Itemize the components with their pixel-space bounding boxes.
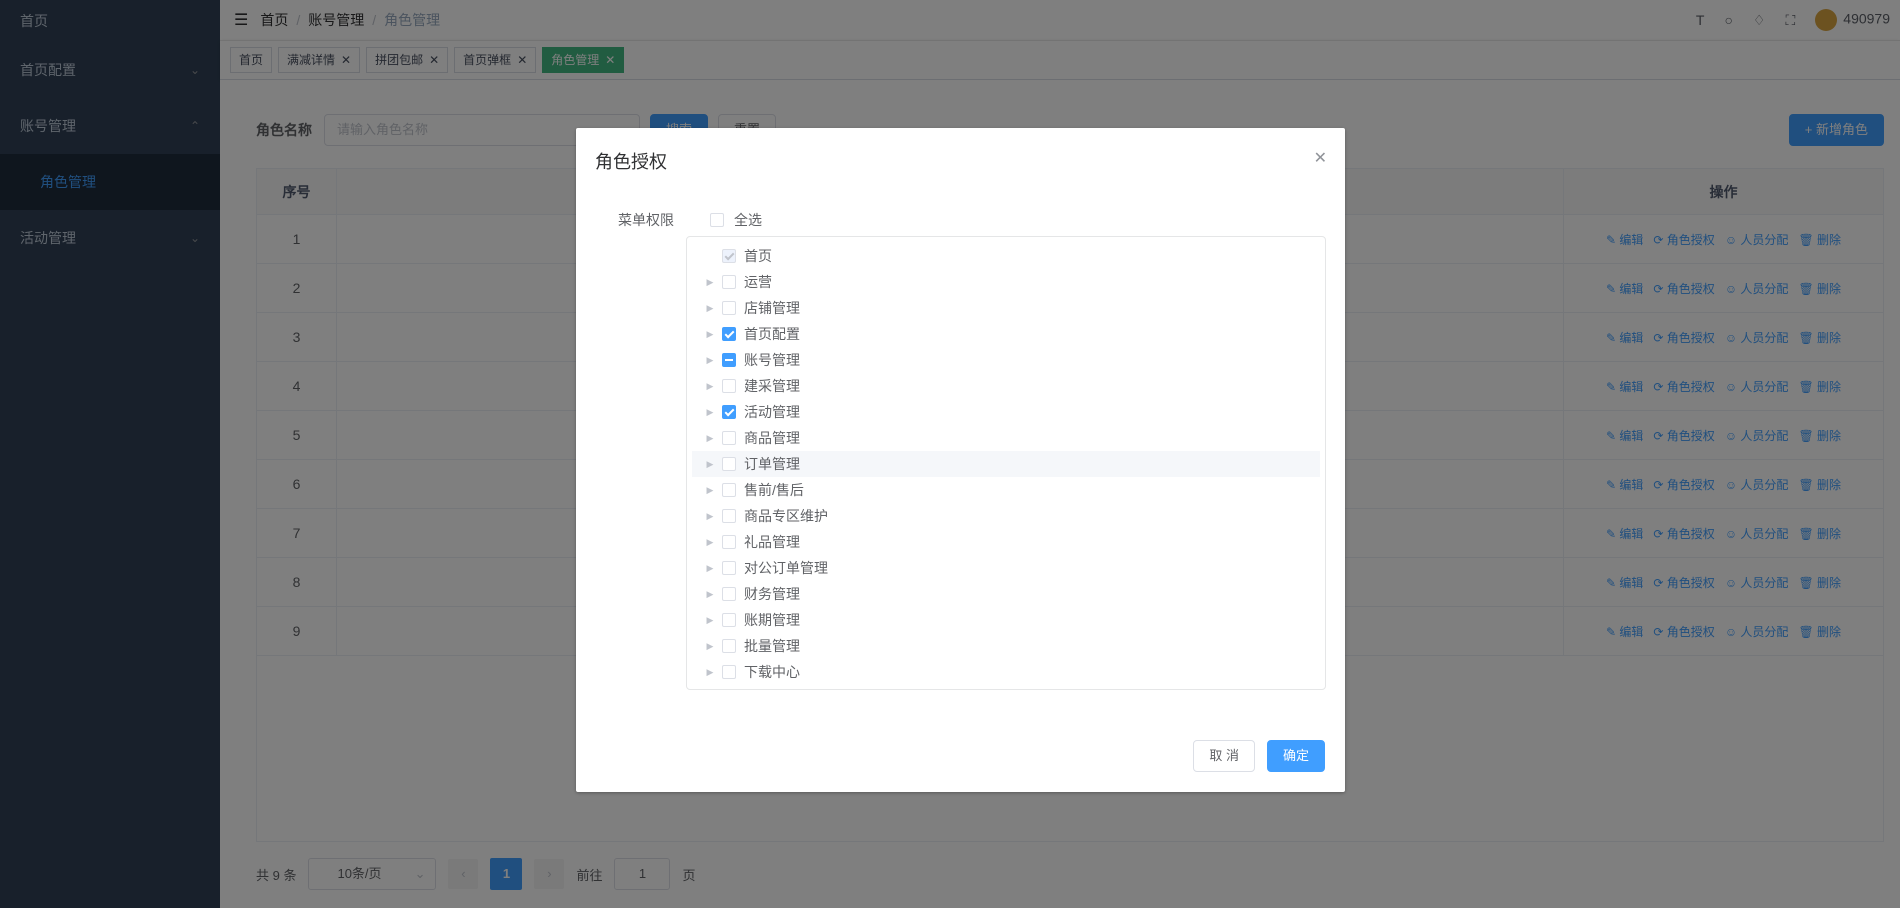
tree-node[interactable]: ▶ 礼品管理 <box>692 529 1320 555</box>
tree-node[interactable]: ▶ 建采管理 <box>692 373 1320 399</box>
select-all-label: 全选 <box>734 212 762 228</box>
tree-node-label: 财务管理 <box>744 586 800 602</box>
tree-node[interactable]: ▶ 商品专区维护 <box>692 503 1320 529</box>
select-all-checkbox[interactable]: 全选 <box>710 210 762 230</box>
tree-node[interactable]: 首页 <box>692 243 1320 269</box>
role-authorization-dialog: 角色授权 ✕ 菜单权限 全选 首页 ▶ 运营 ▶ 店铺管理 ▶ 首页配置 ▶ 账号管理 ▶ 建采管理… <box>576 128 1345 792</box>
checkbox[interactable] <box>722 509 736 523</box>
dialog-footer: 取 消 确定 <box>1193 740 1325 772</box>
menu-permission-label: 菜单权限 <box>618 212 674 228</box>
tree-node-label: 商品专区维护 <box>744 508 828 524</box>
tree-node-label: 礼品管理 <box>744 534 800 550</box>
tree-node[interactable]: ▶ 对公订单管理 <box>692 555 1320 581</box>
checkbox[interactable] <box>722 405 736 419</box>
caret-right-icon[interactable]: ▶ <box>702 667 718 678</box>
checkbox[interactable] <box>722 301 736 315</box>
tree-node[interactable]: ▶ 账号管理 <box>692 347 1320 373</box>
app-root: 首页 首页配置⌄ 账号管理⌃ 角色管理 活动管理⌄ ☰ 首页/账号管理/角色管理… <box>0 0 1900 908</box>
tree-node[interactable]: ▶ 批量管理 <box>692 633 1320 659</box>
checkbox[interactable] <box>722 639 736 653</box>
caret-right-icon[interactable]: ▶ <box>702 407 718 418</box>
checkbox[interactable] <box>722 327 736 341</box>
checkbox[interactable] <box>722 587 736 601</box>
confirm-button[interactable]: 确定 <box>1266 740 1325 772</box>
tree-node[interactable]: ▶ 商品管理 <box>692 425 1320 451</box>
tree-node-label: 订单管理 <box>744 456 800 472</box>
tree-node-label: 运营 <box>744 274 772 290</box>
tree-node-label: 账期管理 <box>744 612 800 628</box>
tree-node[interactable]: ▶ 账期管理 <box>692 607 1320 633</box>
tree-node[interactable]: ▶ 财务管理 <box>692 581 1320 607</box>
checkbox[interactable] <box>722 431 736 445</box>
caret-right-icon[interactable]: ▶ <box>702 433 718 444</box>
tree-node-label: 建采管理 <box>744 378 800 394</box>
checkbox[interactable] <box>722 379 736 393</box>
caret-right-icon[interactable]: ▶ <box>702 511 718 522</box>
caret-right-icon[interactable]: ▶ <box>702 615 718 626</box>
checkbox[interactable] <box>710 213 724 227</box>
tree-node-label: 首页 <box>744 248 772 264</box>
caret-right-icon[interactable]: ▶ <box>702 355 718 366</box>
close-icon[interactable]: ✕ <box>1314 148 1327 168</box>
tree-node[interactable]: ▶ 运营 <box>692 269 1320 295</box>
checkbox[interactable] <box>722 275 736 289</box>
tree-node-label: 下载中心 <box>744 664 800 680</box>
checkbox[interactable] <box>722 613 736 627</box>
tree-node-label: 商品管理 <box>744 430 800 446</box>
tree-node[interactable]: ▶ 下载中心 <box>692 659 1320 685</box>
tree-node-label: 批量管理 <box>744 638 800 654</box>
caret-right-icon[interactable]: ▶ <box>702 589 718 600</box>
dialog-title: 角色授权 <box>595 152 667 172</box>
checkbox[interactable] <box>722 353 736 367</box>
checkbox <box>722 249 736 263</box>
tree-node[interactable]: ▶ 活动管理 <box>692 399 1320 425</box>
permission-tree: 首页 ▶ 运营 ▶ 店铺管理 ▶ 首页配置 ▶ 账号管理 ▶ 建采管理 ▶ 活动管理 ▶ 商品管理 ▶ 订单管理… <box>686 236 1326 690</box>
caret-right-icon[interactable]: ▶ <box>702 485 718 496</box>
tree-node[interactable]: ▶ 首页配置 <box>692 321 1320 347</box>
checkbox[interactable] <box>722 483 736 497</box>
caret-right-icon[interactable]: ▶ <box>702 381 718 392</box>
caret-right-icon[interactable]: ▶ <box>702 329 718 340</box>
caret-right-icon[interactable]: ▶ <box>702 537 718 548</box>
checkbox[interactable] <box>722 665 736 679</box>
tree-node-label: 售前/售后 <box>744 482 804 498</box>
tree-node[interactable]: ▶ 订单管理 <box>692 451 1320 477</box>
caret-right-icon[interactable]: ▶ <box>702 641 718 652</box>
checkbox[interactable] <box>722 561 736 575</box>
caret-right-icon[interactable]: ▶ <box>702 459 718 470</box>
tree-node-label: 活动管理 <box>744 404 800 420</box>
checkbox[interactable] <box>722 457 736 471</box>
tree-node-label: 对公订单管理 <box>744 560 828 576</box>
caret-right-icon[interactable]: ▶ <box>702 563 718 574</box>
tree-node[interactable]: ▶ 售前/售后 <box>692 477 1320 503</box>
caret-right-icon[interactable]: ▶ <box>702 277 718 288</box>
checkbox[interactable] <box>722 535 736 549</box>
cancel-button[interactable]: 取 消 <box>1193 740 1255 772</box>
tree-node-label: 首页配置 <box>744 326 800 342</box>
tree-node-label: 店铺管理 <box>744 300 800 316</box>
caret-right-icon[interactable]: ▶ <box>702 303 718 314</box>
tree-node-label: 账号管理 <box>744 352 800 368</box>
tree-node[interactable]: ▶ 店铺管理 <box>692 295 1320 321</box>
